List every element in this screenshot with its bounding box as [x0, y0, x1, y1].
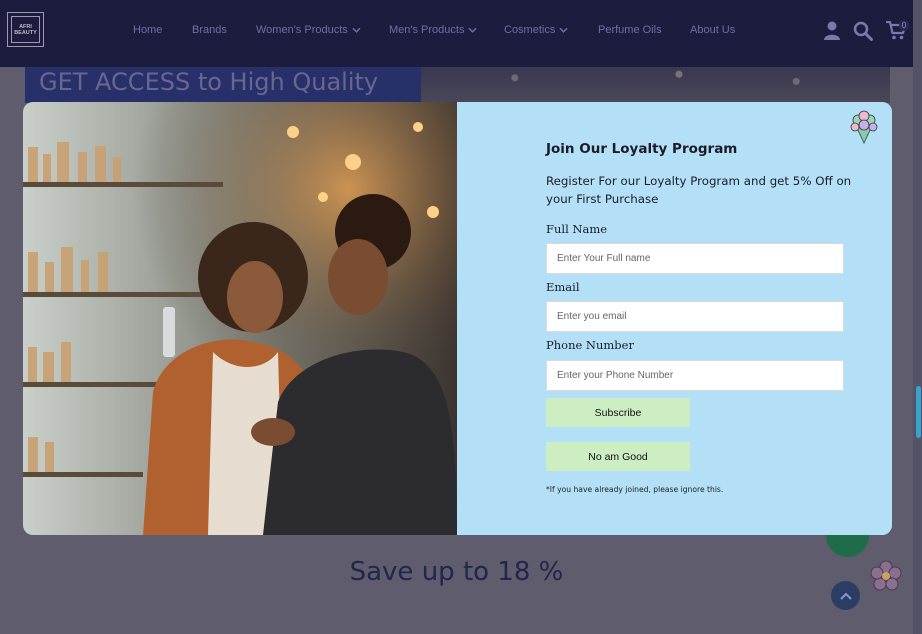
phone-number-label: Phone Number	[546, 338, 634, 352]
bouquet-logo-icon[interactable]	[847, 110, 881, 144]
nav-womens-products[interactable]: Women's Products	[256, 24, 361, 36]
chevron-down-icon	[559, 27, 568, 33]
nav-mens-products-label: Men's Products	[389, 24, 465, 36]
modal-title: Join Our Loyalty Program	[546, 141, 738, 157]
modal-subtitle: Register For our Loyalty Program and get…	[546, 174, 852, 206]
flower-widget-icon[interactable]	[869, 559, 903, 593]
email-label: Email	[546, 280, 580, 294]
phone-number-input[interactable]	[546, 360, 844, 391]
chevron-down-icon	[352, 27, 361, 33]
search-icon[interactable]	[853, 21, 873, 41]
promo-heading: Save up to 18 %	[349, 557, 564, 587]
cart-count-badge: 0	[899, 20, 909, 31]
page-scrollbar[interactable]	[913, 0, 922, 634]
chevron-down-icon	[468, 27, 478, 33]
banner-title: GET ACCESS to High Quality	[39, 68, 379, 96]
site-header: AFRI BEAUTY Home Brands Women's Products…	[0, 0, 913, 67]
subscribe-button[interactable]: Subscribe	[546, 398, 690, 427]
nav-cosmetics-label: Cosmetics	[504, 24, 556, 36]
scrollbar-thumb[interactable]	[916, 386, 921, 438]
nav-home-label: Home	[133, 24, 163, 36]
email-input[interactable]	[546, 301, 844, 332]
full-name-label: Full Name	[546, 222, 608, 236]
nav-about-us-label: About Us	[690, 24, 736, 36]
nav-brands-label: Brands	[192, 24, 227, 36]
loyalty-modal: Join Our Loyalty Program Register For ou…	[23, 102, 892, 535]
couple-shopping-photo	[23, 102, 457, 535]
nav-perfume-oils[interactable]: Perfume Oils	[598, 24, 662, 36]
store-illustration	[23, 102, 457, 535]
hero-banner: GET ACCESS to High Quality	[25, 67, 890, 103]
logo-text: AFRI BEAUTY	[11, 16, 40, 43]
nav-perfume-oils-label: Perfume Oils	[598, 24, 662, 36]
site-logo[interactable]: AFRI BEAUTY	[7, 12, 44, 47]
nav-brands[interactable]: Brands	[192, 24, 227, 36]
user-icon[interactable]	[823, 21, 841, 40]
nav-cosmetics[interactable]: Cosmetics	[504, 24, 568, 36]
nav-about-us[interactable]: About Us	[690, 24, 735, 36]
loyalty-form: Join Our Loyalty Program Register For ou…	[457, 102, 892, 535]
chevron-up-icon	[839, 592, 852, 600]
decline-button[interactable]: No am Good	[546, 442, 690, 471]
nav-mens-products[interactable]: Men's Products	[389, 24, 478, 36]
scroll-to-top-button[interactable]	[831, 581, 860, 610]
already-joined-note: *If you have already joined, please igno…	[546, 485, 724, 494]
banner-image	[421, 67, 890, 103]
full-name-input[interactable]	[546, 243, 844, 274]
nav-womens-products-label: Women's Products	[256, 24, 348, 36]
nav-home[interactable]: Home	[133, 24, 162, 36]
